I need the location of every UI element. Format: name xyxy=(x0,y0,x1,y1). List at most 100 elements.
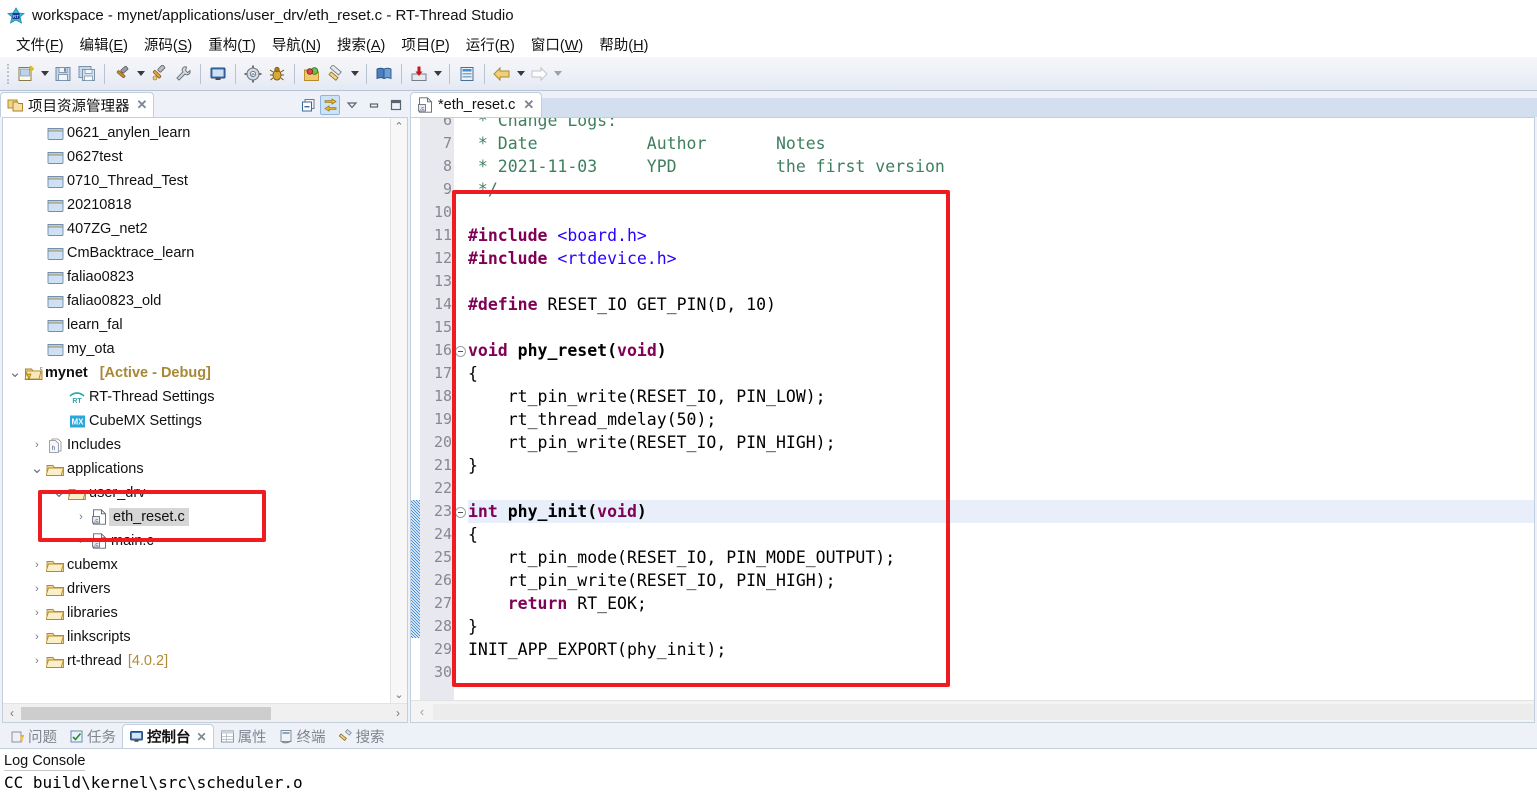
tab-eth-reset-c[interactable]: .c *eth_reset.c ✕ xyxy=(410,92,543,117)
forward-arrow-icon[interactable] xyxy=(527,62,551,86)
bottom-tab-4[interactable]: 属性 xyxy=(214,724,273,748)
project-tree-horizontal-scrollbar[interactable]: ‹ › xyxy=(3,703,407,722)
toolbar-grip[interactable] xyxy=(7,63,10,84)
chevron-right-icon[interactable]: › xyxy=(29,583,45,595)
tree-item-faliao0823[interactable]: faliao0823 xyxy=(3,265,390,289)
tree-item-main-c[interactable]: › .c main.c xyxy=(3,529,390,553)
menu-item-6[interactable]: 搜索(A) xyxy=(329,32,393,57)
bottom-tab-3[interactable]: 控制台 ✕ xyxy=(122,724,214,748)
tab-project-explorer[interactable]: 项目资源管理器 ✕ xyxy=(0,92,155,117)
terminal-icon[interactable] xyxy=(455,62,479,86)
chevron-right-icon[interactable]: › xyxy=(29,559,45,571)
editor-tab-close-icon[interactable]: ✕ xyxy=(523,97,534,113)
code-line[interactable]: rt_pin_write(RESET_IO, PIN_LOW); xyxy=(468,385,1534,408)
project-tree-vertical-scrollbar[interactable]: ⌃ ⌄ xyxy=(390,118,407,703)
chevron-right-icon[interactable]: › xyxy=(29,439,45,451)
menu-item-7[interactable]: 项目(P) xyxy=(393,32,457,57)
tree-item-407zg-net2[interactable]: 407ZG_net2 xyxy=(3,217,390,241)
chevron-right-icon[interactable]: › xyxy=(29,607,45,619)
docs-book-icon[interactable] xyxy=(372,62,396,86)
open-package-icon[interactable] xyxy=(300,62,324,86)
tree-item-0621-anylen-learn[interactable]: 0621_anylen_learn xyxy=(3,121,390,145)
scroll-down-arrow[interactable]: ⌄ xyxy=(394,688,403,701)
bottom-tab-5[interactable]: 终端 xyxy=(273,724,332,748)
scroll-up-arrow[interactable]: ⌃ xyxy=(394,120,403,133)
code-line[interactable] xyxy=(468,270,1534,293)
clean-icon[interactable] xyxy=(147,62,171,86)
minimize-view-icon[interactable] xyxy=(364,95,384,115)
debug-bug-icon[interactable] xyxy=(265,62,289,86)
collapse-circle-icon[interactable] xyxy=(454,506,466,518)
code-line[interactable]: */ xyxy=(468,178,1534,201)
tree-item-linkscripts[interactable]: › linkscripts xyxy=(3,625,390,649)
tree-item-0627test[interactable]: 0627test xyxy=(3,145,390,169)
code-line[interactable]: } xyxy=(468,454,1534,477)
menu-item-8[interactable]: 运行(R) xyxy=(458,32,523,57)
menu-item-9[interactable]: 窗口(W) xyxy=(523,32,591,57)
code-line[interactable]: #include <rtdevice.h> xyxy=(468,247,1534,270)
menu-item-4[interactable]: 重构(T) xyxy=(200,32,264,57)
forward-dropdown-arrow[interactable] xyxy=(551,62,564,86)
code-line[interactable]: } xyxy=(468,615,1534,638)
save-icon[interactable] xyxy=(51,62,75,86)
project-explorer-close-icon[interactable]: ✕ xyxy=(137,97,148,113)
code-line[interactable] xyxy=(468,316,1534,339)
import-icon[interactable] xyxy=(407,62,431,86)
code-line[interactable] xyxy=(468,201,1534,224)
view-menu-icon[interactable] xyxy=(342,95,362,115)
tree-item-faliao0823-old[interactable]: faliao0823_old xyxy=(3,289,390,313)
flash-download-icon[interactable] xyxy=(324,62,348,86)
tree-item-cubemx[interactable]: › cubemx xyxy=(3,553,390,577)
bottom-tab-close-icon[interactable]: ✕ xyxy=(197,730,207,744)
tree-item-learn-fal[interactable]: learn_fal xyxy=(3,313,390,337)
hscroll-right-arrow[interactable]: › xyxy=(389,706,407,720)
project-tree[interactable]: 0621_anylen_learn 0627test 0710_Thread_Tes… xyxy=(3,118,390,703)
menu-item-5[interactable]: 导航(N) xyxy=(264,32,329,57)
code-line[interactable]: rt_pin_mode(RESET_IO, PIN_MODE_OUTPUT); xyxy=(468,546,1534,569)
tree-item-libraries[interactable]: › libraries xyxy=(3,601,390,625)
tree-item-rt-thread[interactable]: › rt-thread [4.0.2] xyxy=(3,649,390,673)
new-file-dropdown-arrow[interactable] xyxy=(38,62,51,86)
code-line[interactable]: void phy_reset(void) xyxy=(468,339,1534,362)
save-all-icon[interactable] xyxy=(75,62,99,86)
tree-item-cubemx-settings[interactable]: MX CubeMX Settings xyxy=(3,409,390,433)
tree-item-cmbacktrace-learn[interactable]: CmBacktrace_learn xyxy=(3,241,390,265)
code-line[interactable]: return RT_EOK; xyxy=(468,592,1534,615)
code-line[interactable] xyxy=(468,477,1534,500)
code-line[interactable]: #define RESET_IO GET_PIN(D, 10) xyxy=(468,293,1534,316)
code-line[interactable]: { xyxy=(468,523,1534,546)
chevron-right-icon[interactable]: › xyxy=(73,535,89,547)
code-line[interactable]: * Change Logs: xyxy=(468,118,1534,132)
build-dropdown-arrow[interactable] xyxy=(134,62,147,86)
tree-item-0710-thread-test[interactable]: 0710_Thread_Test xyxy=(3,169,390,193)
hscroll-left-arrow[interactable]: ‹ xyxy=(3,706,21,720)
import-dropdown-arrow[interactable] xyxy=(431,62,444,86)
fold-toggle-icon[interactable] xyxy=(454,500,466,523)
collapse-circle-icon[interactable] xyxy=(454,345,466,357)
link-with-editor-icon[interactable] xyxy=(320,95,340,115)
fold-toggle-icon[interactable] xyxy=(454,339,466,362)
code-line[interactable]: #include <board.h> xyxy=(468,224,1534,247)
code-line[interactable]: { xyxy=(468,362,1534,385)
back-arrow-icon[interactable] xyxy=(490,62,514,86)
editor-hscroll-track[interactable] xyxy=(433,703,1534,720)
chevron-down-icon[interactable]: ⌄ xyxy=(29,461,45,476)
code-text[interactable]: * Change Logs: * Date Author Notes * 202… xyxy=(466,118,1534,700)
bottom-tab-2[interactable]: 任务 xyxy=(63,724,122,748)
tree-item-mynet[interactable]: ⌄ c mynet [Active - Debug] xyxy=(3,361,390,385)
tree-item-applications[interactable]: ⌄ applications xyxy=(3,457,390,481)
chevron-down-icon[interactable]: ⌄ xyxy=(7,365,23,380)
fold-column[interactable] xyxy=(454,118,466,700)
hscroll-thumb[interactable] xyxy=(21,706,271,720)
menu-item-10[interactable]: 帮助(H) xyxy=(591,32,656,57)
maximize-view-icon[interactable] xyxy=(386,95,406,115)
code-line[interactable] xyxy=(468,661,1534,684)
editor-hscroll-left-arrow[interactable]: ‹ xyxy=(411,704,433,719)
chevron-right-icon[interactable]: › xyxy=(73,511,89,523)
code-line[interactable]: INIT_APP_EXPORT(phy_init); xyxy=(468,638,1534,661)
tree-item-rt-thread-settings[interactable]: RT RT-Thread Settings xyxy=(3,385,390,409)
code-line[interactable]: int phy_init(void) xyxy=(468,500,1534,523)
code-line[interactable]: * Date Author Notes xyxy=(468,132,1534,155)
menu-item-2[interactable]: 编辑(E) xyxy=(72,32,136,57)
menu-item-3[interactable]: 源码(S) xyxy=(136,32,200,57)
